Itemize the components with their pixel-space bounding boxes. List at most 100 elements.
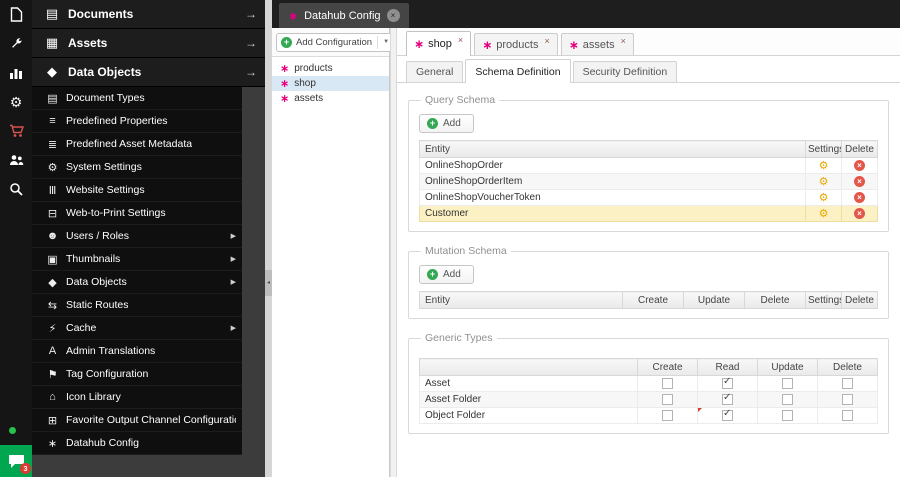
users-roles-icon: ☻ [46,230,59,242]
column-header-update[interactable]: Update [683,291,745,309]
column-header-settings[interactable]: Settings [805,140,842,158]
menu-splitter[interactable]: ◂ [265,0,272,477]
sidebar-item-system-settings[interactable]: ⚙ System Settings [32,156,242,179]
sidebar-item-static-routes[interactable]: ⇆ Static Routes [32,294,242,317]
close-icon[interactable]: × [458,35,463,45]
create-checkbox[interactable] [662,393,673,405]
tag-configuration-icon: ⚑ [47,368,58,381]
tools-icon[interactable] [0,29,32,58]
menu-section-data-objects[interactable]: ◆ Data Objects → [32,58,265,87]
settings-gear-icon[interactable]: ⚙ [819,208,829,220]
table-row[interactable]: Object Folder ✓ [419,407,878,424]
close-icon[interactable]: × [386,9,400,22]
tab-shop[interactable]: ∗ shop × [406,31,472,56]
collapse-handle[interactable]: ◂ [265,270,272,296]
sidebar-item-web-to-print-settings[interactable]: ⊟ Web-to-Print Settings [32,202,242,225]
search-icon[interactable] [0,174,32,203]
read-checkbox[interactable]: ✓ [722,377,733,389]
delete-icon[interactable]: × [854,160,865,171]
sidebar-item-document-types[interactable]: ▤ Document Types [32,87,242,110]
subtab-schema-definition[interactable]: Schema Definition [465,59,571,83]
column-header-entity[interactable]: Entity [419,291,623,309]
column-header-create[interactable]: Create [637,358,698,376]
configuration-item-products[interactable]: ∗ products [272,61,389,76]
documents-icon[interactable] [0,0,32,29]
website-settings-icon: Ⅲ [48,184,57,197]
delete-icon[interactable]: × [854,208,865,219]
settings-icon[interactable]: ⚙ [0,87,32,116]
notification-badge: 3 [20,463,31,474]
sidebar-item-cache[interactable]: ⚡ Cache ▶ [32,317,242,340]
settings-gear-icon[interactable]: ⚙ [819,176,829,188]
delete-checkbox[interactable] [842,393,853,405]
users-icon[interactable] [0,145,32,174]
column-header-delete[interactable]: Delete [817,358,878,376]
sidebar-item-datahub-config[interactable]: ∗ Datahub Config [32,432,242,455]
sidebar-item-thumbnails[interactable]: ▣ Thumbnails ▶ [32,248,242,271]
menu-section-documents[interactable]: ▤ Documents → [32,0,265,29]
ecommerce-cart-icon[interactable] [0,116,32,145]
column-header-delete[interactable]: Delete [841,291,878,309]
sidebar-item-data-objects[interactable]: ◆ Data Objects ▶ [32,271,242,294]
table-row[interactable]: OnlineShopOrder ⚙ × [419,157,878,174]
entity-cell[interactable]: OnlineShopOrderItem [419,173,806,190]
read-checkbox[interactable]: ✓ [722,409,733,421]
close-icon[interactable]: × [544,36,549,46]
close-icon[interactable]: × [621,36,626,46]
plus-icon: + [427,118,438,129]
delete-icon[interactable]: × [854,176,865,187]
sidebar-item-tag-configuration[interactable]: ⚑ Tag Configuration [32,363,242,386]
chevron-down-icon: ▼ [383,39,390,45]
table-row[interactable]: Asset Folder ✓ [419,391,878,408]
tab-products[interactable]: ∗ products × [474,33,558,55]
sidebar-item-admin-translations[interactable]: A Admin Translations [32,340,242,363]
update-checkbox[interactable] [782,377,793,389]
configuration-item-assets[interactable]: ∗ assets [272,91,389,106]
add-configuration-button[interactable]: + Add Configuration ▼ [276,32,395,52]
subtab-general[interactable]: General [406,61,464,82]
update-checkbox[interactable] [782,409,793,421]
read-checkbox[interactable]: ✓ [722,393,733,405]
configuration-item-shop[interactable]: ∗ shop [272,76,389,91]
sidebar-item-favorite-output-channels[interactable]: ⊞ Favorite Output Channel Configurations [32,409,242,432]
sidebar-item-icon-library[interactable]: ⌂ Icon Library [32,386,242,409]
documents-section-icon: ▤ [45,6,59,21]
column-header-settings[interactable]: Settings [805,291,842,309]
sidebar-item-predefined-properties[interactable]: ≡ Predefined Properties [32,110,242,133]
delete-icon[interactable]: × [854,192,865,203]
sidebar-item-users-roles[interactable]: ☻ Users / Roles ▶ [32,225,242,248]
column-header-entity[interactable]: Entity [419,140,806,158]
tab-assets[interactable]: ∗ assets × [560,33,634,55]
column-header-delete[interactable]: Delete [744,291,806,309]
entity-cell[interactable]: Customer [419,205,806,222]
column-header-update[interactable]: Update [757,358,818,376]
menu-section-assets[interactable]: ▦ Assets → [32,29,265,58]
create-checkbox[interactable] [662,377,673,389]
subtab-security-definition[interactable]: Security Definition [572,61,678,82]
create-checkbox[interactable] [662,409,673,421]
delete-checkbox[interactable] [842,409,853,421]
column-header-create[interactable]: Create [622,291,684,309]
sidebar-item-predefined-asset-metadata[interactable]: ≣ Predefined Asset Metadata [32,133,242,156]
entity-cell[interactable]: OnlineShopVoucherToken [419,189,806,206]
top-tab-datahub-config[interactable]: ∗ Datahub Config × [279,3,409,28]
update-checkbox[interactable] [782,393,793,405]
query-add-button[interactable]: + Add [419,114,474,133]
chat-button[interactable]: 3 [0,445,32,477]
analytics-icon[interactable] [0,58,32,87]
table-row-selected[interactable]: Customer ⚙ × [419,205,878,222]
column-header-delete[interactable]: Delete [841,140,878,158]
panel-splitter[interactable] [390,28,397,477]
table-row[interactable]: OnlineShopOrderItem ⚙ × [419,173,878,190]
mutation-add-button[interactable]: + Add [419,265,474,284]
table-row[interactable]: OnlineShopVoucherToken ⚙ × [419,189,878,206]
delete-checkbox[interactable] [842,377,853,389]
entity-cell[interactable]: OnlineShopOrder [419,157,806,174]
column-header-read[interactable]: Read [697,358,758,376]
settings-gear-icon[interactable]: ⚙ [819,160,829,172]
settings-gear-icon[interactable]: ⚙ [819,192,829,204]
query-schema-fieldset: Query Schema + Add Entity Settings Delet… [408,94,889,232]
table-row[interactable]: Asset ✓ [419,375,878,392]
datahub-config-icon: ∗ [482,37,493,52]
sidebar-item-website-settings[interactable]: Ⅲ Website Settings [32,179,242,202]
